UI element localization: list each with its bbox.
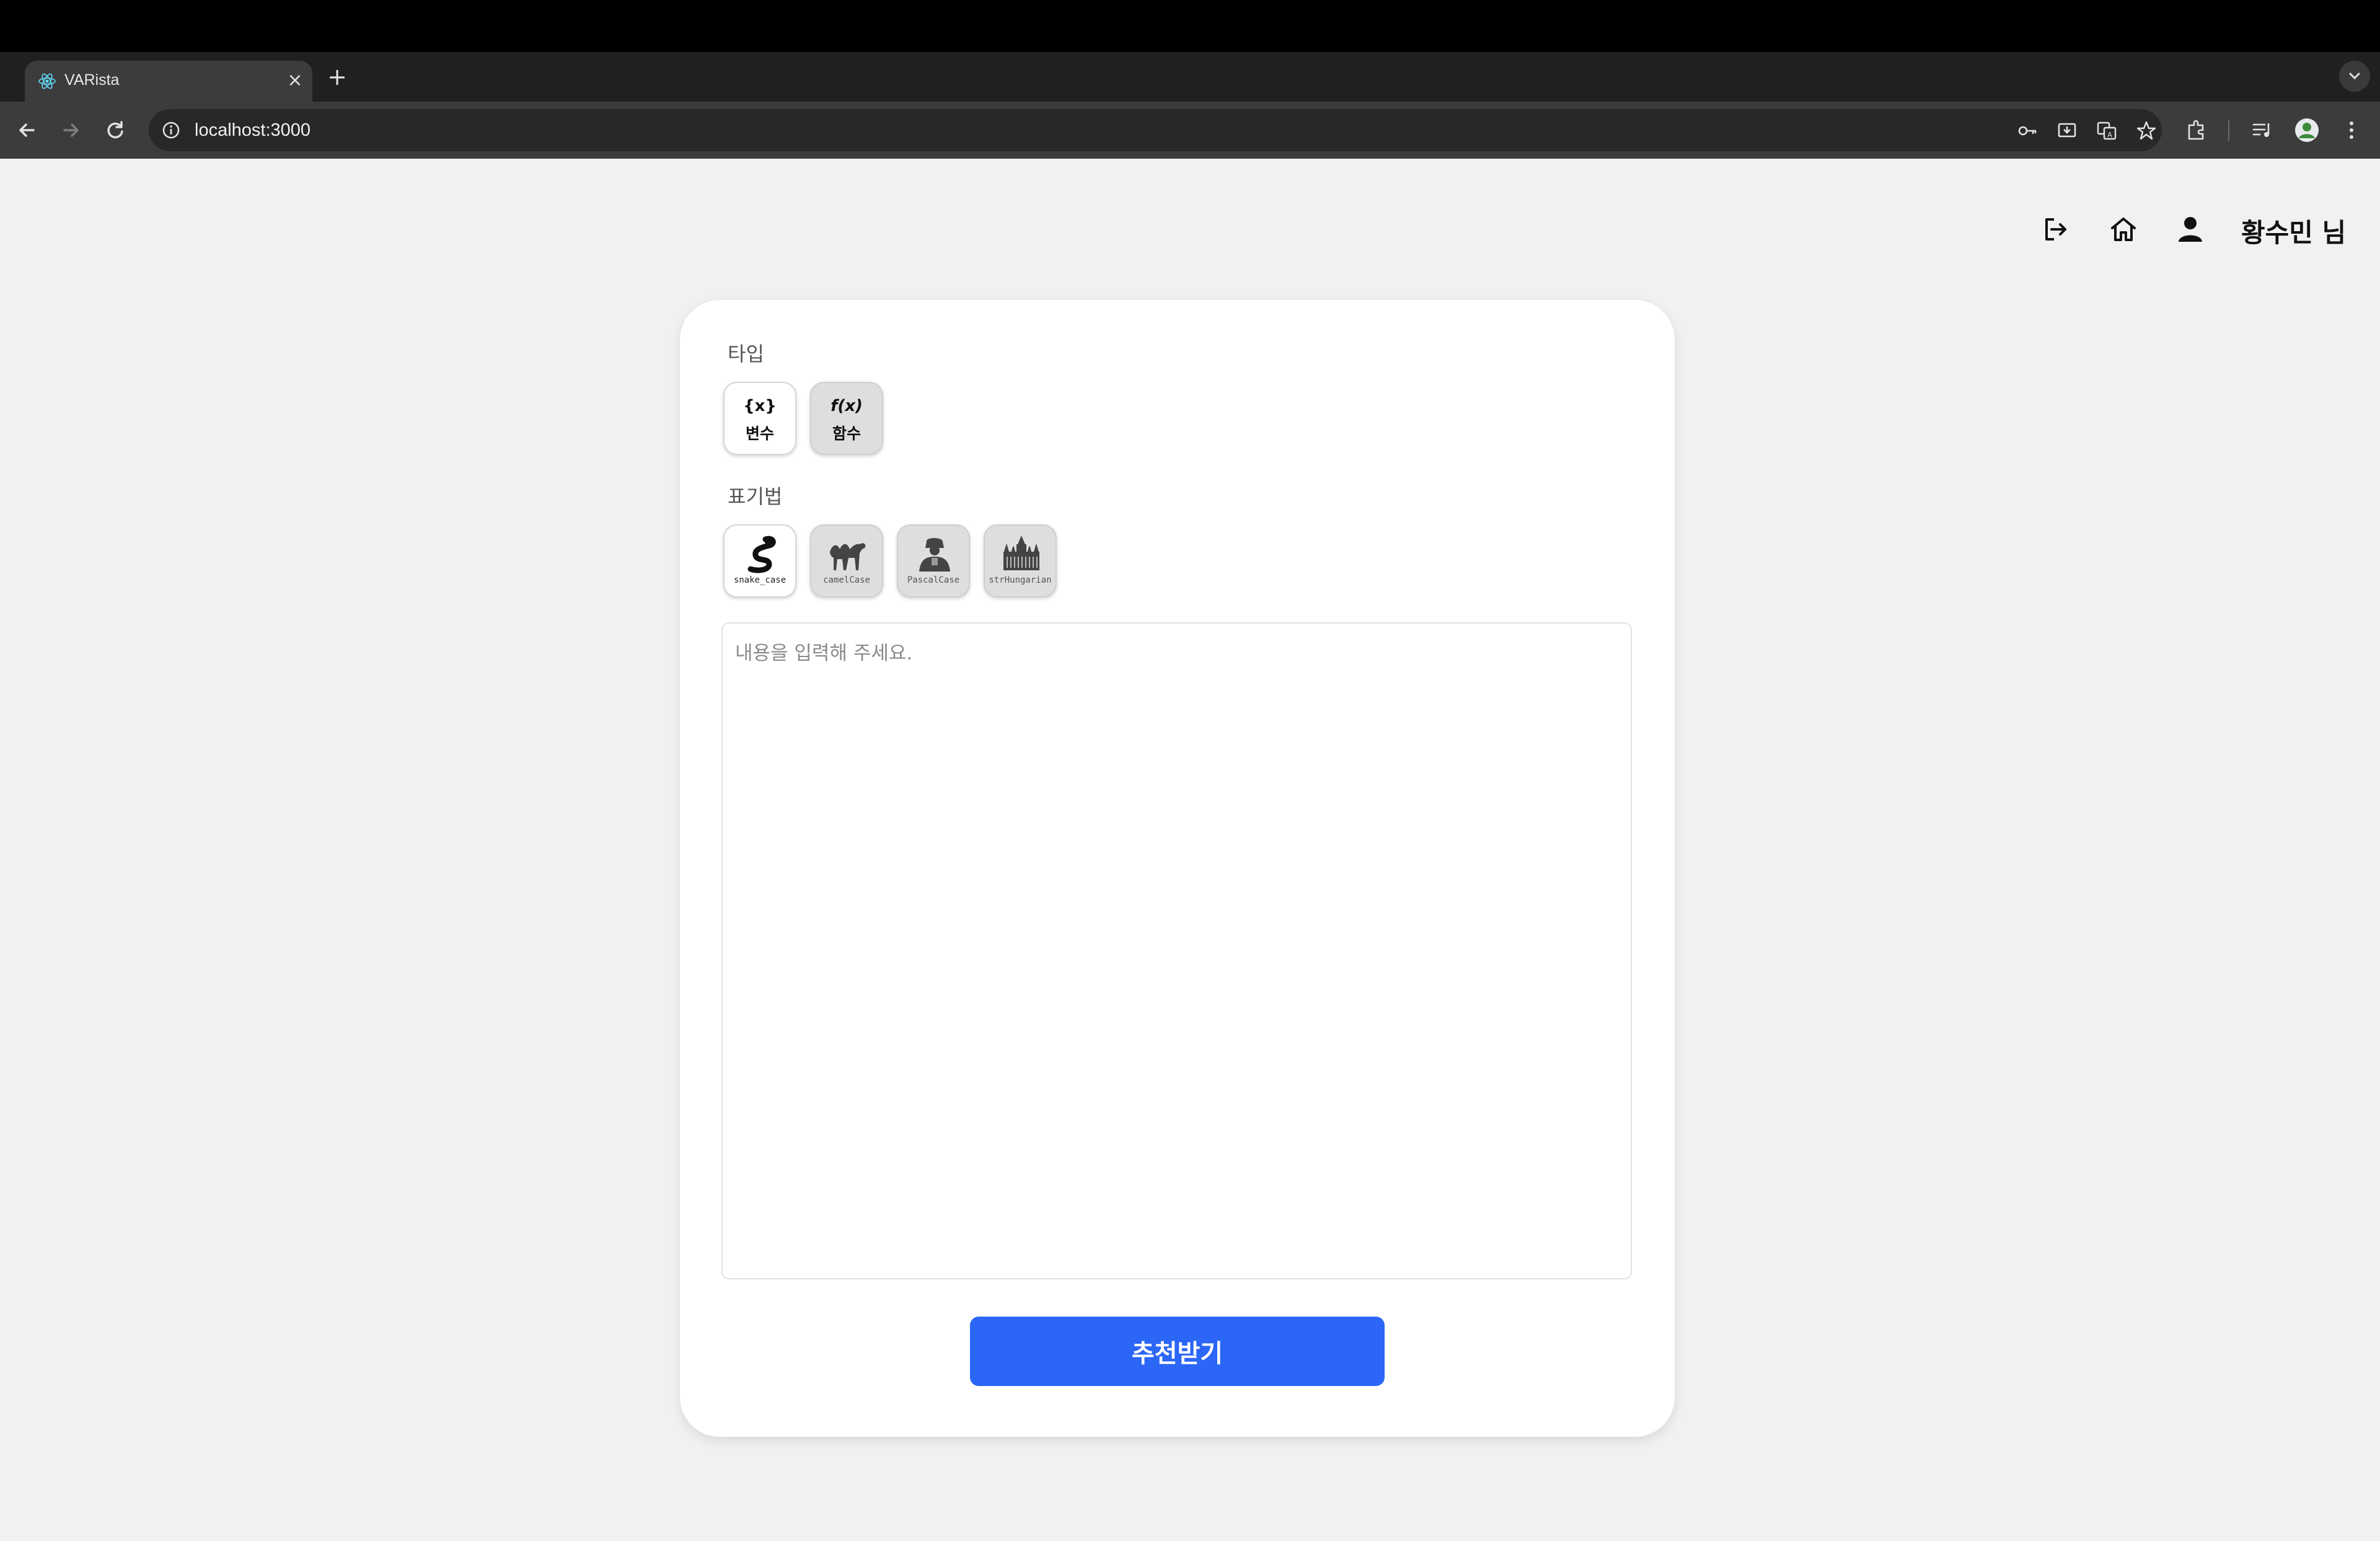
user-name: 황수민 님 bbox=[2241, 218, 2347, 248]
address-bar[interactable]: localhost:3000 A bbox=[149, 109, 2162, 151]
notation-option-pascal-case[interactable]: PascalCase bbox=[897, 524, 970, 598]
forward-icon[interactable] bbox=[57, 117, 84, 144]
notation-option-label: camelCase bbox=[823, 575, 870, 585]
svg-text:A: A bbox=[2107, 131, 2112, 139]
media-control-icon[interactable] bbox=[2250, 118, 2275, 143]
bookmark-star-icon[interactable] bbox=[2136, 120, 2157, 141]
type-option-label: 변수 bbox=[745, 425, 774, 443]
reload-icon[interactable] bbox=[102, 117, 129, 144]
type-label: 타입 bbox=[728, 342, 764, 366]
type-option-variable[interactable]: {x} 변수 bbox=[723, 382, 796, 455]
logout-icon[interactable] bbox=[2040, 214, 2070, 244]
notation-option-label: snake_case bbox=[733, 575, 787, 585]
react-icon bbox=[38, 73, 56, 89]
os-top-bar bbox=[0, 0, 2380, 52]
new-tab-icon[interactable]: + bbox=[325, 64, 350, 89]
profile-avatar-icon[interactable] bbox=[2294, 118, 2319, 143]
more-menu-icon[interactable] bbox=[2339, 118, 2364, 143]
install-app-icon[interactable] bbox=[2056, 120, 2078, 141]
url-text: localhost:3000 bbox=[195, 120, 311, 140]
info-icon[interactable] bbox=[161, 120, 181, 140]
tab-search-button[interactable] bbox=[2339, 61, 2370, 92]
type-option-label: 함수 bbox=[832, 425, 861, 443]
back-icon[interactable] bbox=[14, 117, 41, 144]
home-icon[interactable] bbox=[2109, 214, 2138, 244]
function-icon: f(x) bbox=[831, 397, 863, 415]
password-key-icon[interactable] bbox=[2017, 120, 2038, 141]
snake-icon bbox=[747, 536, 776, 573]
tab-strip: VARista × + bbox=[0, 52, 2380, 102]
chevron-down-icon bbox=[2349, 73, 2360, 80]
notation-option-label: strHungarian bbox=[989, 575, 1052, 585]
pascal-icon bbox=[919, 538, 950, 572]
notation-option-label: PascalCase bbox=[907, 575, 960, 585]
tab-title: VARista bbox=[64, 71, 120, 89]
close-icon[interactable]: × bbox=[283, 68, 307, 93]
recommend-button[interactable]: 추천받기 bbox=[970, 1317, 1385, 1386]
notation-option-camel-case[interactable]: camelCase bbox=[810, 524, 883, 598]
notation-option-snake-case[interactable]: snake_case bbox=[723, 524, 796, 598]
recommend-card: 타입 {x} 변수 f(x) 함수 표기법 snake_case camelCa… bbox=[680, 300, 1675, 1437]
notation-label: 표기법 bbox=[728, 485, 783, 508]
translate-icon[interactable]: A bbox=[2096, 120, 2117, 141]
parliament-icon bbox=[1003, 536, 1039, 570]
toolbar-divider bbox=[2228, 120, 2229, 141]
user-icon[interactable] bbox=[2175, 214, 2205, 244]
notation-option-str-hungarian[interactable]: strHungarian bbox=[984, 524, 1057, 598]
browser-tab[interactable]: VARista × bbox=[25, 61, 312, 102]
browser-toolbar: localhost:3000 A bbox=[0, 102, 2380, 159]
extensions-icon[interactable] bbox=[2184, 118, 2209, 143]
camel-icon bbox=[830, 543, 866, 570]
variable-icon: {x} bbox=[743, 397, 777, 415]
content-input[interactable] bbox=[721, 622, 1632, 1279]
type-option-function[interactable]: f(x) 함수 bbox=[810, 382, 883, 455]
